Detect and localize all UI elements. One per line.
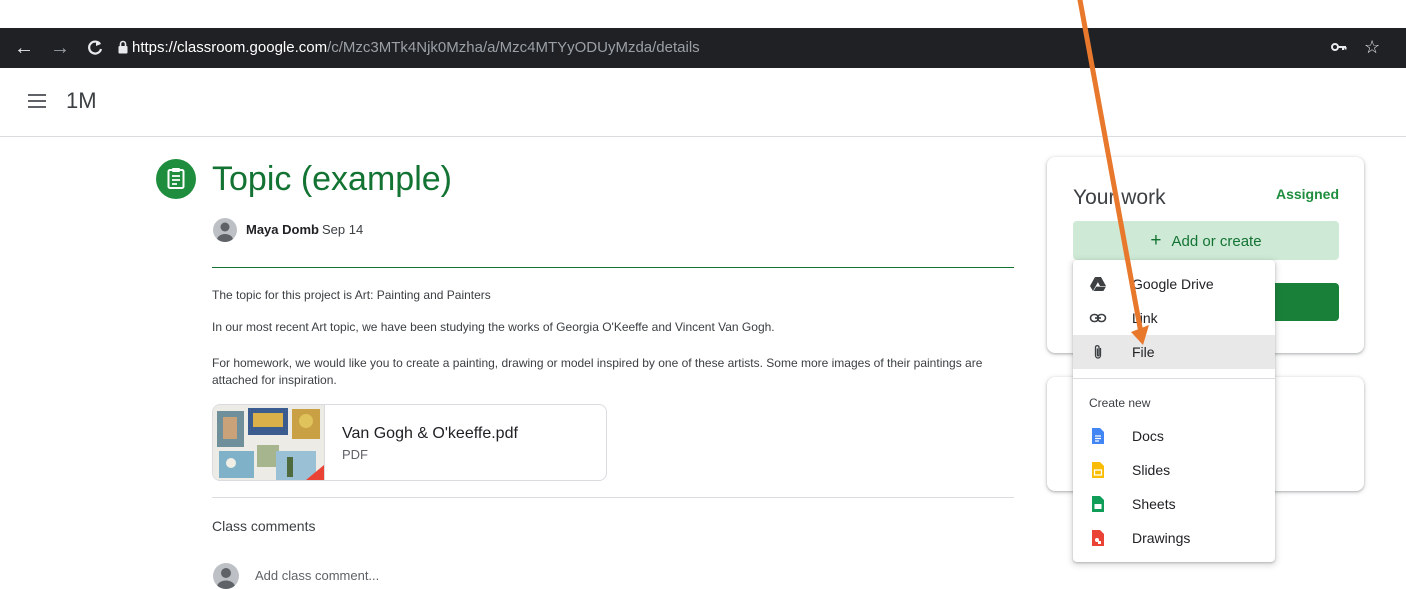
- menu-item-google-drive[interactable]: Google Drive: [1073, 267, 1275, 301]
- create-new-heading: Create new: [1089, 396, 1151, 410]
- attachment-type: PDF: [342, 447, 368, 462]
- link-icon: [1089, 313, 1107, 323]
- post-date: Sep 14: [322, 222, 364, 237]
- menu-item-label: Slides: [1132, 462, 1171, 478]
- assignment-title: Topic (example): [212, 160, 452, 198]
- key-icon[interactable]: [1331, 40, 1347, 59]
- add-class-comment-input[interactable]: Add class comment...: [255, 567, 379, 585]
- menu-divider: [1073, 378, 1275, 379]
- description-paragraph: In our most recent Art topic, we have be…: [212, 320, 775, 334]
- paperclip-icon: [1094, 345, 1102, 359]
- description-paragraph: For homework, we would like you to creat…: [212, 356, 983, 387]
- sheets-icon: [1092, 496, 1104, 512]
- menu-item-label: Link: [1132, 310, 1158, 326]
- add-or-create-text: Add or create: [1171, 233, 1262, 250]
- address-bar[interactable]: https://classroom.google.com/c/Mzc3MTk4N…: [132, 38, 700, 58]
- menu-item-label: File: [1132, 344, 1155, 360]
- menu-item-drawings[interactable]: Drawings: [1073, 521, 1275, 555]
- class-name[interactable]: 1M: [66, 88, 97, 114]
- menu-item-label: Sheets: [1132, 496, 1176, 512]
- arrow-left-icon[interactable]: ←: [14, 36, 34, 60]
- divider: [212, 267, 1014, 268]
- lock-icon[interactable]: [118, 40, 128, 59]
- add-or-create-label: + Add or create: [1073, 231, 1339, 252]
- url-path: /c/Mzc3MTk4Njk0Mzha/a/Mzc4MTYyODUyMzda/d…: [327, 39, 700, 56]
- reload-icon[interactable]: [86, 36, 104, 63]
- hamburger-icon[interactable]: [28, 94, 46, 108]
- docs-icon: [1092, 428, 1104, 444]
- slides-icon: [1092, 462, 1104, 478]
- author-name: Maya Domb: [246, 222, 319, 237]
- your-work-title: Your work: [1073, 186, 1166, 209]
- google-drive-icon: [1090, 277, 1106, 291]
- url-host: https://classroom.google.com: [132, 39, 328, 56]
- plus-icon: +: [1150, 230, 1162, 251]
- avatar[interactable]: [213, 218, 237, 242]
- menu-item-docs[interactable]: Docs: [1073, 419, 1275, 453]
- menu-item-label: Drawings: [1132, 530, 1191, 546]
- menu-item-file[interactable]: File: [1073, 335, 1275, 369]
- attachment-card[interactable]: Van Gogh & O'keeffe.pdf PDF: [212, 404, 607, 481]
- assignment-icon: [156, 159, 196, 199]
- arrow-right-icon[interactable]: →: [50, 36, 70, 60]
- divider: [212, 497, 1014, 498]
- menu-item-label: Google Drive: [1132, 276, 1214, 292]
- app-header: [0, 68, 1406, 137]
- attachment-name: Van Gogh & O'keeffe.pdf: [342, 425, 518, 442]
- drawings-icon: [1092, 530, 1104, 546]
- menu-item-link[interactable]: Link: [1073, 301, 1275, 335]
- menu-item-slides[interactable]: Slides: [1073, 453, 1275, 487]
- attachment-thumbnail: [213, 405, 325, 480]
- description-paragraph: The topic for this project is Art: Paint…: [212, 288, 491, 302]
- status-badge: Assigned: [1275, 186, 1339, 202]
- class-comments-heading: Class comments: [212, 518, 316, 534]
- avatar: [213, 563, 239, 589]
- menu-item-label: Docs: [1132, 428, 1164, 444]
- star-icon[interactable]: ☆: [1364, 35, 1380, 59]
- menu-item-sheets[interactable]: Sheets: [1073, 487, 1275, 521]
